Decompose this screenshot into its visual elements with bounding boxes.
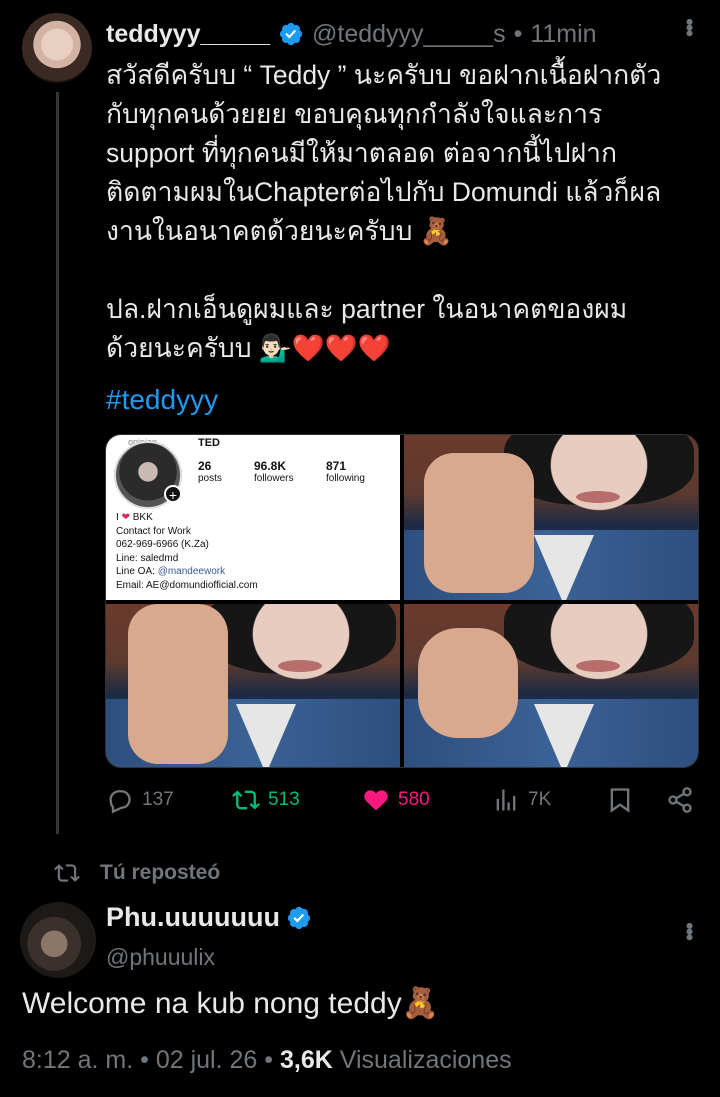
reply-author-handle[interactable]: @phuuulix — [106, 944, 215, 971]
author-name[interactable]: teddyyy_____ — [106, 20, 270, 49]
heart-icon: ❤ — [121, 512, 130, 523]
ig-following-count: 871 — [326, 459, 347, 473]
reply-time[interactable]: 8:12 a. m. — [22, 1046, 133, 1074]
separator-dot: • — [513, 19, 523, 48]
ig-name: TED — [198, 437, 220, 449]
photo-four-fingers[interactable] — [106, 604, 400, 767]
reply-date[interactable]: 02 jul. 26 — [156, 1046, 257, 1074]
reply-meta: 8:12 a. m. • 02 jul. 26 • 3,6K Visualiza… — [22, 1046, 512, 1075]
ig-followers-stat: 96.8K followers — [254, 459, 293, 484]
ig-bio-line1-prefix: I — [116, 512, 119, 523]
plus-icon: + — [164, 485, 182, 503]
reply-count: 137 — [142, 789, 174, 810]
photo-lips — [576, 491, 620, 503]
repost-count: 513 — [268, 789, 300, 810]
heart-filled-icon — [364, 790, 388, 811]
ig-bio-line: Contact for Work — [116, 525, 191, 537]
reply-views-label: Visualizaciones — [339, 1046, 512, 1074]
reply-header: Phu.uuuuuuu — [106, 902, 312, 933]
reply-text: Welcome na kub nong teddy🧸 — [22, 987, 440, 1020]
more-options-icon[interactable]: ••• — [676, 18, 702, 35]
like-count: 580 — [398, 789, 430, 810]
ig-bio-link: @mandeework — [157, 566, 226, 577]
repost-icon — [232, 790, 260, 810]
ig-bio-line: Line: saledmd — [116, 552, 179, 564]
separator-dot: • — [140, 1046, 149, 1074]
separator-dot: • — [264, 1046, 274, 1074]
ig-posts-label: posts — [198, 473, 222, 484]
views-button[interactable]: 7K — [492, 786, 551, 814]
ig-bio-line: Line OA: @mandeework — [116, 565, 258, 579]
reply-views-count: 3,6K — [279, 1046, 333, 1074]
more-options-icon[interactable]: ••• — [676, 922, 702, 939]
photo-open-hand[interactable] — [404, 435, 698, 600]
photo-lips — [576, 660, 620, 672]
tweet-text: สวัสดีครับบ “ Teddy ” นะครับบ ขอฝากเนื้อ… — [106, 60, 662, 363]
photo-face — [524, 435, 674, 535]
hashtag-link[interactable]: #teddyyy — [106, 384, 218, 416]
repost-button[interactable]: 513 — [232, 786, 300, 814]
views-count: 7K — [528, 789, 552, 810]
ig-followers-label: followers — [254, 473, 294, 484]
ig-posts-count: 26 — [198, 459, 212, 473]
reply-icon — [109, 790, 131, 814]
verified-badge-icon — [287, 906, 311, 929]
share-button[interactable] — [666, 786, 694, 814]
photo-fist[interactable] — [404, 604, 698, 767]
author-avatar[interactable] — [22, 13, 92, 83]
bookmark-icon — [610, 788, 630, 813]
analytics-icon — [496, 789, 516, 811]
verified-badge-icon — [279, 22, 303, 46]
repost-icon — [54, 864, 80, 882]
tweet-header: teddyyy_____ @teddyyy_____s • 11min — [106, 14, 597, 54]
ig-posts-stat: 26 posts — [198, 459, 222, 484]
share-icon — [668, 787, 692, 813]
ig-bio-line5-label: Line OA: — [116, 566, 155, 577]
reply-button[interactable]: 137 — [106, 786, 174, 814]
photo-hand — [128, 604, 228, 764]
ig-bio-line: I ❤ BKK — [116, 511, 258, 525]
ig-bio-line1-suffix: BKK — [132, 512, 153, 523]
instagram-profile-screenshot[interactable]: opinion... + TED 26 posts 96.8K follower… — [106, 435, 400, 600]
tweet-actions: 137 513 580 7K — [106, 786, 698, 822]
photo-face — [524, 604, 674, 704]
ig-bio-line: Email: AE@domundiofficial.com — [116, 579, 258, 591]
ig-followers-count: 96.8K — [254, 459, 287, 473]
photo-hand — [424, 453, 534, 593]
tweet-time[interactable]: 11min — [530, 20, 596, 49]
reply-author-avatar[interactable] — [20, 902, 96, 978]
photo-fist-hand — [418, 628, 518, 738]
photo-lips — [278, 660, 322, 672]
ig-following-label: following — [326, 473, 365, 484]
ig-bio-line: 062-969-6966 (K.Za) — [116, 539, 209, 550]
repost-banner: Tú reposteó — [54, 860, 220, 886]
thread-line — [56, 92, 59, 834]
like-button[interactable]: 580 — [362, 786, 430, 814]
ig-bio: I ❤ BKK Contact for Work 062-969-6966 (K… — [116, 511, 258, 592]
reply-author-name[interactable]: Phu.uuuuuuu — [106, 902, 280, 933]
ig-following-stat: 871 following — [326, 459, 365, 484]
author-handle[interactable]: @teddyyy_____s — [312, 20, 506, 49]
bookmark-button[interactable] — [606, 786, 634, 814]
photo-face — [226, 604, 376, 704]
media-grid[interactable]: opinion... + TED 26 posts 96.8K follower… — [105, 434, 699, 768]
repost-banner-text: Tú reposteó — [100, 861, 221, 884]
